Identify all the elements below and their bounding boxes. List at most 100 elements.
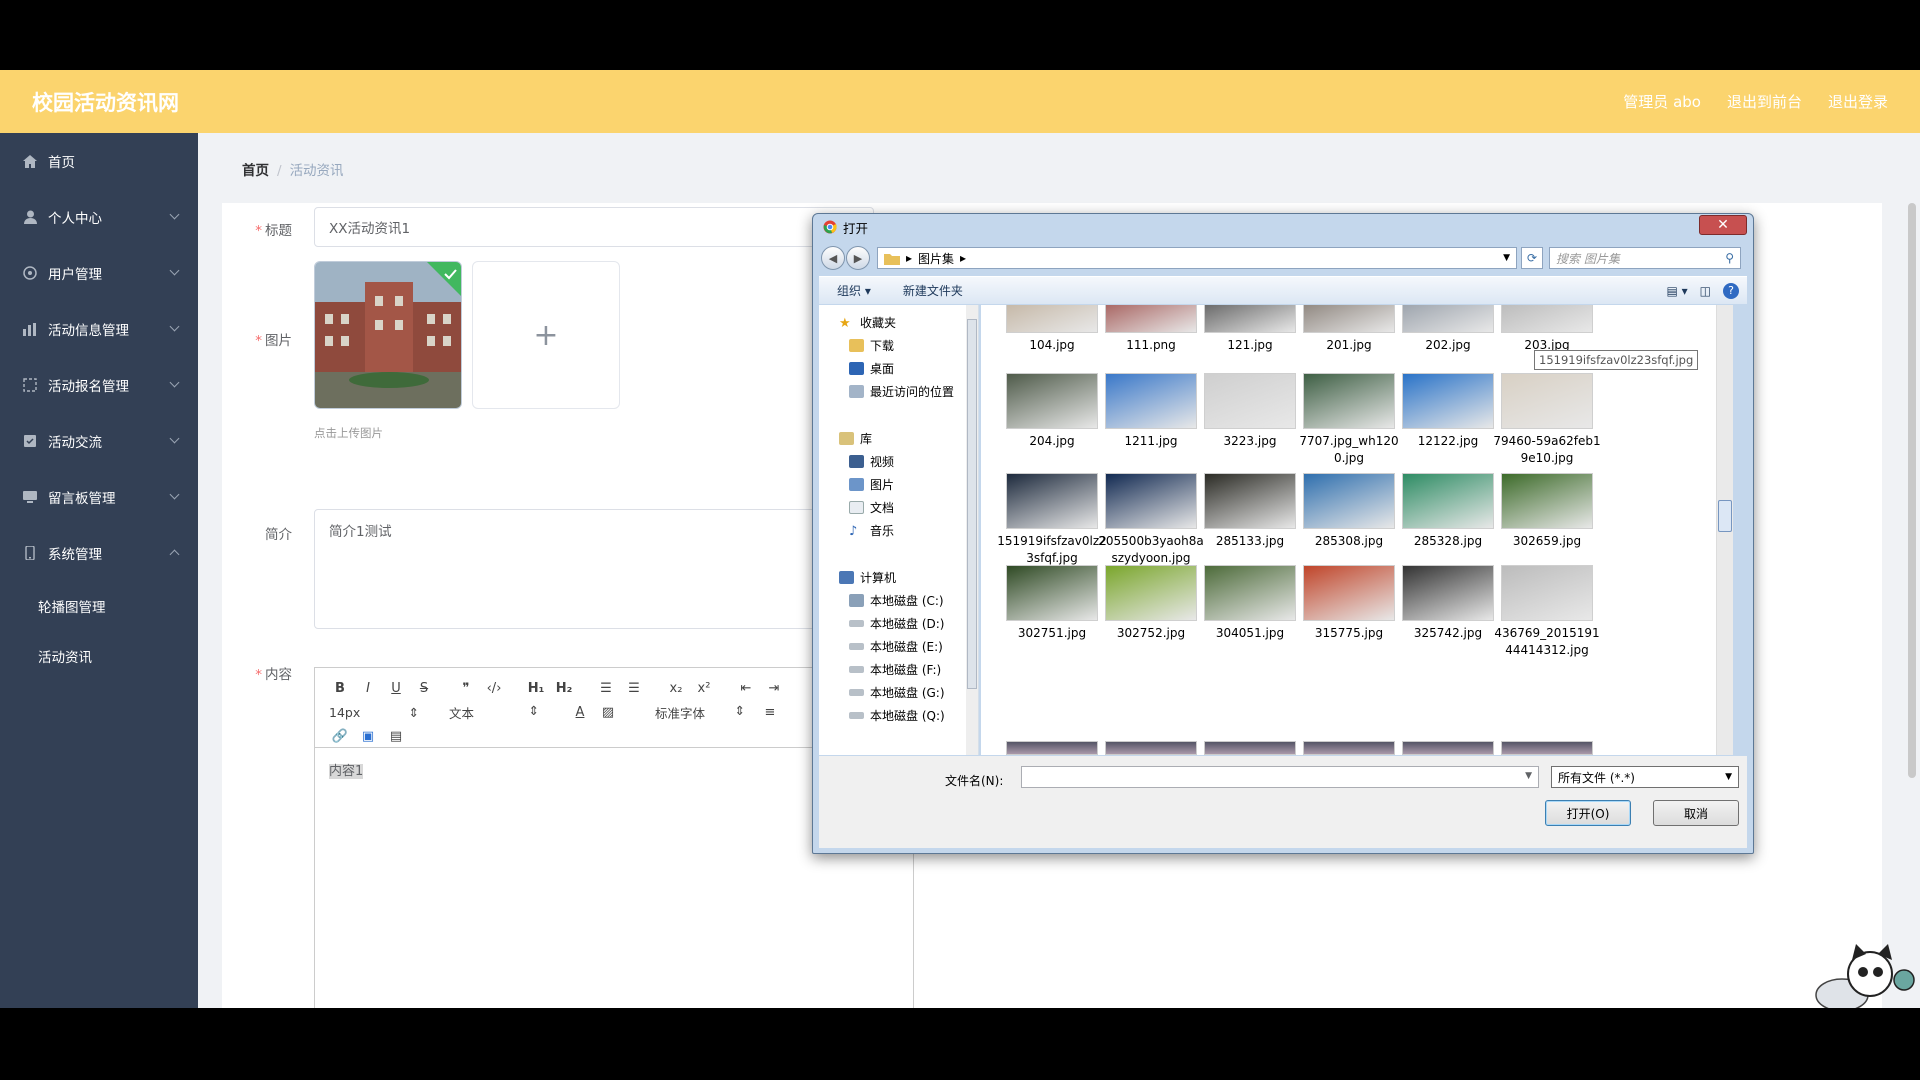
nav-scrollbar[interactable] [966,305,978,755]
nav-recent[interactable]: 最近访问的位置 [819,380,978,403]
outdent-icon[interactable]: ⇤ [735,678,757,698]
open-button[interactable]: 打开(O) [1545,800,1631,826]
sidebar-item-users[interactable]: 用户管理 [0,245,198,301]
file-item[interactable]: 285308.jpg [1294,473,1404,550]
italic-button[interactable]: I [357,678,379,698]
nav-drive-f[interactable]: 本地磁盘 (F:) [819,658,978,681]
nav-drive-g[interactable]: 本地磁盘 (G:) [819,681,978,704]
dialog-close-button[interactable]: ✕ [1699,215,1747,235]
file-item[interactable]: 201.jpg [1294,305,1404,354]
ordered-list-icon[interactable]: ☰ [595,678,617,698]
indent-icon[interactable]: ⇥ [763,678,785,698]
nav-computer[interactable]: 计算机 [819,566,978,589]
nav-drive-c[interactable]: 本地磁盘 (C:) [819,589,978,612]
file-item[interactable]: 205500b3yaoh8aszydyoon.jpg [1096,473,1206,567]
sidebar-item-home[interactable]: 首页 [0,133,198,189]
new-folder-button[interactable]: 新建文件夹 [903,282,963,299]
align-icon[interactable]: ≡ [759,702,781,722]
underline-button[interactable]: U [385,678,407,698]
image-icon[interactable]: ▣ [357,726,379,746]
file-thumbnail-partial[interactable] [1204,741,1296,755]
sidebar-item-signup[interactable]: 活动报名管理 [0,357,198,413]
bold-button[interactable]: B [329,678,351,698]
nav-downloads[interactable]: 下载 [819,334,978,357]
file-item[interactable]: 121.jpg [1195,305,1305,354]
file-item[interactable]: 12122.jpg [1393,373,1503,450]
font-color-icon[interactable]: A [569,702,591,722]
file-item[interactable]: 79460-59a62feb19e10.jpg [1492,373,1602,467]
sidebar-subitem-carousel[interactable]: 轮播图管理 [0,581,198,631]
filetype-select[interactable]: 所有文件 (*.*) ▼ [1551,766,1739,788]
preview-pane-icon[interactable]: ◫ [1700,284,1711,298]
file-item[interactable]: 104.jpg [997,305,1107,354]
nav-documents[interactable]: 文档 [819,496,978,519]
file-item[interactable]: 285328.jpg [1393,473,1503,550]
file-item[interactable]: 202.jpg [1393,305,1503,354]
sidebar-subitem-news[interactable]: 活动资讯 [0,631,198,681]
search-input[interactable]: 搜索 图片集 ⚲ [1549,247,1741,269]
upload-add-button[interactable]: + [472,261,620,409]
refresh-button[interactable]: ⟳ [1521,247,1543,269]
bullet-list-icon[interactable]: ☰ [623,678,645,698]
background-color-icon[interactable]: ▨ [597,702,619,722]
back-to-front-link[interactable]: 退出到前台 [1727,91,1802,112]
nav-favorites[interactable]: ★ 收藏夹 [819,311,978,334]
sidebar-item-exchange[interactable]: 活动交流 [0,413,198,469]
strike-button[interactable]: S [413,678,435,698]
view-options-icon[interactable]: ▤ ▾ [1666,284,1687,298]
sidebar-item-system[interactable]: 系统管理 [0,525,198,581]
file-item[interactable]: 304051.jpg [1195,565,1305,642]
help-icon[interactable]: ? [1723,282,1739,299]
file-thumbnail-partial[interactable] [1402,741,1494,755]
file-grid-scrollbar[interactable] [1716,305,1733,755]
file-item[interactable]: 7707.jpg_wh1200.jpg [1294,373,1404,467]
file-item[interactable]: 204.jpg [997,373,1107,450]
nav-drive-q[interactable]: 本地磁盘 (Q:) [819,704,978,727]
admin-user-link[interactable]: 管理员 abo [1623,91,1701,112]
file-item[interactable]: 315775.jpg [1294,565,1404,642]
file-item[interactable]: 111.png [1096,305,1206,354]
sidebar-item-personal[interactable]: 个人中心 [0,189,198,245]
page-scrollbar-thumb[interactable] [1908,203,1916,778]
subscript-button[interactable]: x₂ [665,678,687,698]
code-icon[interactable]: ‹/› [483,678,505,698]
font-size-select[interactable]: 14px ⇕ [329,705,419,720]
file-thumbnail-partial[interactable] [1006,741,1098,755]
address-bar[interactable]: ▸ 图片集 ▸ ▼ [877,247,1517,269]
file-item[interactable]: 203.jpg [1492,305,1602,354]
sidebar-item-activity-info[interactable]: 活动信息管理 [0,301,198,357]
back-button[interactable]: ◀ [821,246,845,270]
sidebar-item-messages[interactable]: 留言板管理 [0,469,198,525]
nav-pictures[interactable]: 图片 [819,473,978,496]
file-item[interactable]: 436769_201519144414312.jpg [1492,565,1602,659]
superscript-button[interactable]: x² [693,678,715,698]
file-item[interactable]: 1211.jpg [1096,373,1206,450]
video-icon[interactable]: ▤ [385,726,407,746]
file-item[interactable]: 302659.jpg [1492,473,1602,550]
file-thumbnail-partial[interactable] [1303,741,1395,755]
file-thumbnail-partial[interactable] [1501,741,1593,755]
quote-icon[interactable]: ❞ [455,678,477,698]
file-item[interactable]: 285133.jpg [1195,473,1305,550]
file-item[interactable]: 325742.jpg [1393,565,1503,642]
nav-videos[interactable]: 视频 [819,450,978,473]
file-item[interactable]: 3223.jpg [1195,373,1305,450]
page-scrollbar[interactable] [1904,133,1920,1008]
h1-button[interactable]: H₁ [525,678,547,698]
dialog-titlebar[interactable]: 打开 [813,214,1753,240]
nav-drive-d[interactable]: 本地磁盘 (D:) [819,612,978,635]
nav-music[interactable]: ♪ 音乐 [819,519,978,542]
title-input[interactable]: XX活动资讯1 [314,207,874,247]
filename-dropdown-icon[interactable]: ▼ [1525,771,1532,781]
cancel-button[interactable]: 取消 [1653,800,1739,826]
forward-button[interactable]: ▶ [846,246,870,270]
file-item[interactable]: 302752.jpg [1096,565,1206,642]
organize-menu[interactable]: 组织 ▾ [837,282,871,299]
filename-input[interactable]: ▼ [1021,766,1539,788]
nav-scrollbar-thumb[interactable] [967,319,977,689]
header-select[interactable]: 文本 ⇕ [449,703,539,722]
file-item[interactable]: 151919ifsfzav0lz23sfqf.jpg [997,473,1107,567]
logout-link[interactable]: 退出登录 [1828,91,1888,112]
font-family-select[interactable]: 标准字体 ⇕ [655,703,745,722]
file-thumbnail-partial[interactable] [1105,741,1197,755]
